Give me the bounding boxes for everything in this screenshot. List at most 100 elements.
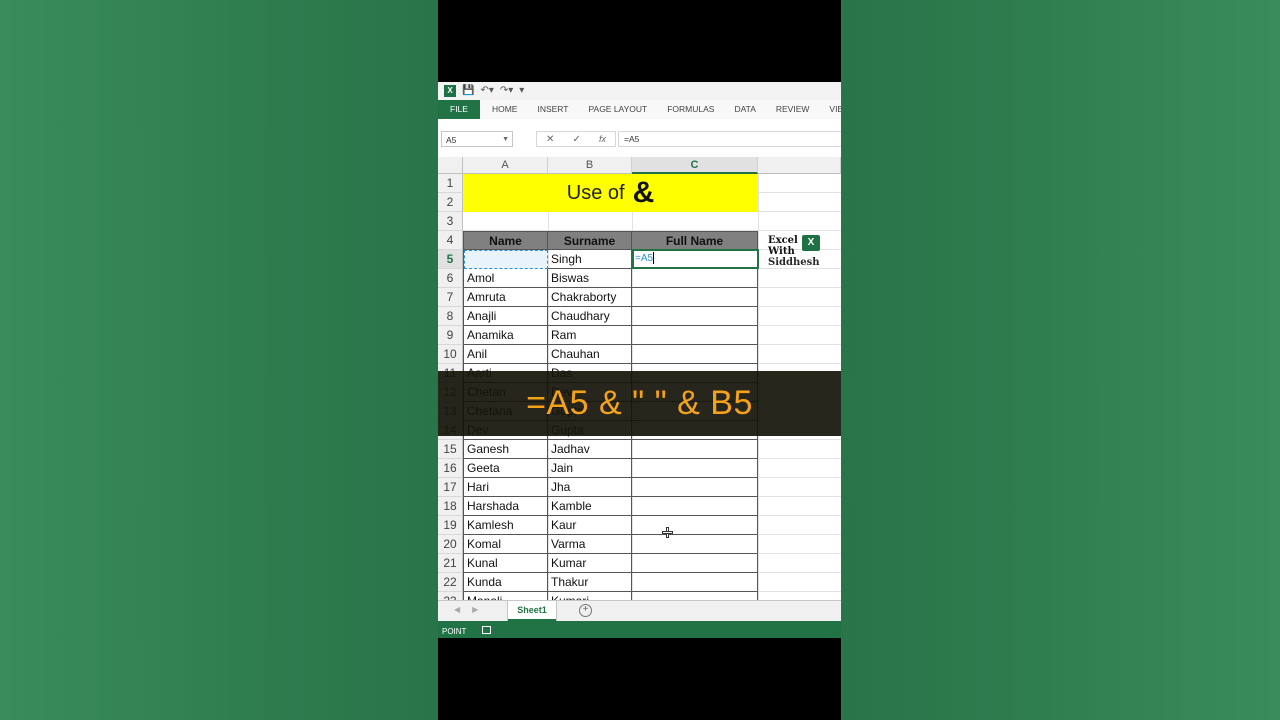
- surname-cell[interactable]: Biswas: [548, 269, 632, 288]
- formula-input[interactable]: =A5: [618, 131, 841, 147]
- full-name-cell[interactable]: [632, 497, 758, 516]
- macro-record-icon[interactable]: [482, 625, 492, 634]
- name-cell[interactable]: Ganesh: [463, 440, 548, 459]
- row-header[interactable]: 22: [438, 573, 463, 592]
- row-header[interactable]: 1: [438, 174, 463, 193]
- row-header[interactable]: 2: [438, 193, 463, 212]
- name-cell[interactable]: Kamlesh: [463, 516, 548, 535]
- tab-insert[interactable]: INSERT: [527, 100, 578, 119]
- full-name-cell[interactable]: [632, 326, 758, 345]
- row-header[interactable]: 23: [438, 592, 463, 600]
- name-cell[interactable]: Harshada: [463, 497, 548, 516]
- name-cell[interactable]: Anajli: [463, 307, 548, 326]
- column-header-d[interactable]: [758, 157, 841, 174]
- row-header[interactable]: 16: [438, 459, 463, 478]
- excel-logo-icon: X: [802, 235, 820, 251]
- tab-view[interactable]: VIEW: [819, 100, 841, 119]
- row-header[interactable]: 20: [438, 535, 463, 554]
- formula-caption-text: =A5 & " " & B5: [526, 384, 753, 422]
- header-cell-name[interactable]: Name: [463, 231, 548, 250]
- row-header[interactable]: 10: [438, 345, 463, 364]
- name-cell[interactable]: Amruta: [463, 288, 548, 307]
- save-icon[interactable]: 💾: [462, 85, 474, 97]
- column-header-b[interactable]: B: [548, 157, 632, 174]
- full-name-cell[interactable]: [632, 478, 758, 497]
- surname-cell[interactable]: Kumar: [548, 554, 632, 573]
- full-name-cell[interactable]: [632, 459, 758, 478]
- row-header[interactable]: 15: [438, 440, 463, 459]
- tab-file[interactable]: FILE: [438, 100, 480, 119]
- tab-review[interactable]: REVIEW: [766, 100, 820, 119]
- full-name-cell[interactable]: [632, 554, 758, 573]
- enter-icon[interactable]: ✓: [572, 134, 580, 145]
- tab-formulas[interactable]: FORMULAS: [657, 100, 724, 119]
- quick-access-toolbar: X 💾 ↶▾ ↷▾ ▾: [438, 82, 841, 100]
- name-box[interactable]: A5 ▼: [441, 131, 513, 147]
- surname-cell[interactable]: Kumari: [548, 592, 632, 600]
- excel-window: X 💾 ↶▾ ↷▾ ▾ FILE HOME INSERT PAGE LAYOUT…: [438, 82, 841, 638]
- full-name-cell[interactable]: [632, 345, 758, 364]
- full-name-cell[interactable]: [632, 535, 758, 554]
- surname-cell[interactable]: Chauhan: [548, 345, 632, 364]
- surname-cell[interactable]: Jha: [548, 478, 632, 497]
- full-name-cell[interactable]: [632, 440, 758, 459]
- add-sheet-icon[interactable]: +: [579, 604, 592, 617]
- row-header[interactable]: 3: [438, 212, 463, 231]
- row-header[interactable]: 5: [438, 250, 463, 269]
- fx-icon[interactable]: fx: [599, 134, 606, 144]
- surname-cell[interactable]: Chaudhary: [548, 307, 632, 326]
- row-header[interactable]: 21: [438, 554, 463, 573]
- column-header-c[interactable]: C: [632, 157, 758, 174]
- row-header[interactable]: 7: [438, 288, 463, 307]
- select-all-corner[interactable]: [438, 157, 463, 174]
- surname-cell[interactable]: Singh: [548, 250, 632, 269]
- tab-data[interactable]: DATA: [724, 100, 765, 119]
- full-name-cell[interactable]: [632, 307, 758, 326]
- row-header[interactable]: 18: [438, 497, 463, 516]
- title-merged-cell[interactable]: Use of &: [463, 174, 758, 212]
- surname-cell[interactable]: Thakur: [548, 573, 632, 592]
- formula-caption-overlay: =A5 & " " & B5: [438, 371, 841, 436]
- name-cell[interactable]: Komal: [463, 535, 548, 554]
- full-name-cell[interactable]: [632, 288, 758, 307]
- full-name-cell[interactable]: [632, 516, 758, 535]
- surname-cell[interactable]: Varma: [548, 535, 632, 554]
- tab-home[interactable]: HOME: [482, 100, 528, 119]
- header-cell-surname[interactable]: Surname: [548, 231, 632, 250]
- name-cell[interactable]: Anamika: [463, 326, 548, 345]
- full-name-cell[interactable]: [632, 573, 758, 592]
- undo-icon[interactable]: ↶▾: [480, 85, 493, 97]
- name-cell[interactable]: Kunda: [463, 573, 548, 592]
- full-name-cell[interactable]: [632, 269, 758, 288]
- column-header-a[interactable]: A: [463, 157, 548, 174]
- row-header[interactable]: 9: [438, 326, 463, 345]
- tab-page-layout[interactable]: PAGE LAYOUT: [578, 100, 657, 119]
- surname-cell[interactable]: Kamble: [548, 497, 632, 516]
- header-cell-full-name[interactable]: Full Name: [632, 231, 758, 250]
- name-cell[interactable]: Anil: [463, 345, 548, 364]
- surname-cell[interactable]: Ram: [548, 326, 632, 345]
- row-header[interactable]: 17: [438, 478, 463, 497]
- name-cell[interactable]: Hari: [463, 478, 548, 497]
- customize-qat-icon[interactable]: ▾: [519, 85, 524, 97]
- name-cell[interactable]: Geeta: [463, 459, 548, 478]
- surname-cell[interactable]: Kaur: [548, 516, 632, 535]
- name-cell[interactable]: Kunal: [463, 554, 548, 573]
- row-header[interactable]: 6: [438, 269, 463, 288]
- name-cell[interactable]: Manali: [463, 592, 548, 600]
- sheet-tab-sheet1[interactable]: Sheet1: [508, 601, 556, 621]
- chevron-down-icon[interactable]: ▼: [502, 132, 509, 148]
- row-header[interactable]: 8: [438, 307, 463, 326]
- surname-cell[interactable]: Chakraborty: [548, 288, 632, 307]
- redo-icon[interactable]: ↷▾: [500, 85, 513, 97]
- row-header[interactable]: 19: [438, 516, 463, 535]
- cancel-icon[interactable]: ✕: [546, 134, 554, 145]
- surname-cell[interactable]: Jadhav: [548, 440, 632, 459]
- sheet-nav-arrows-icon[interactable]: ◀▶: [454, 605, 490, 614]
- video-frame: X 💾 ↶▾ ↷▾ ▾ FILE HOME INSERT PAGE LAYOUT…: [438, 0, 841, 720]
- surname-cell[interactable]: Jain: [548, 459, 632, 478]
- full-name-cell[interactable]: [632, 592, 758, 600]
- sheet-tab-bar: ◀▶ Sheet1 +: [438, 600, 841, 622]
- name-cell[interactable]: Amol: [463, 269, 548, 288]
- row-header[interactable]: 4: [438, 231, 463, 250]
